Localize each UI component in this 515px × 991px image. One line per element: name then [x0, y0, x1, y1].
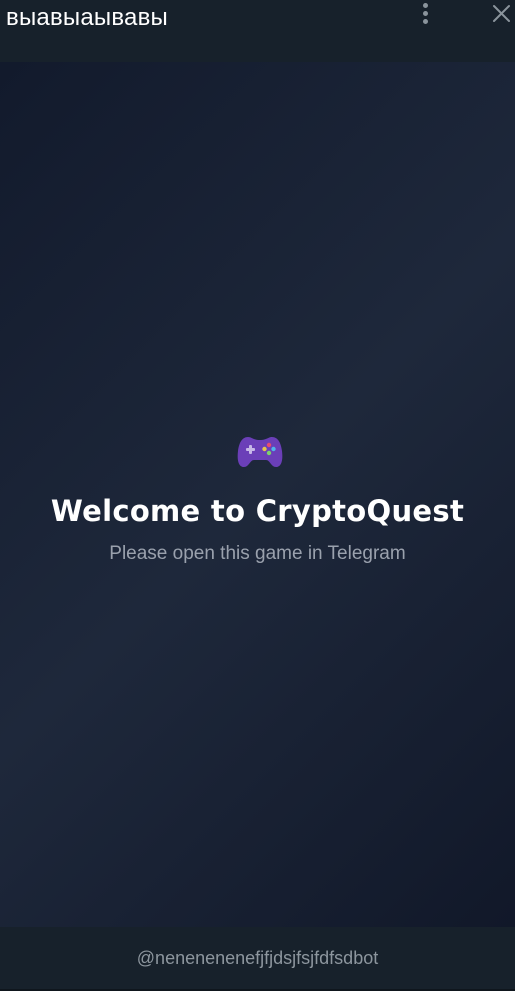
- bot-title: выавыаывавы: [6, 4, 168, 31]
- gamepad-icon: [237, 437, 283, 467]
- welcome-heading: Welcome to CryptoQuest: [50, 494, 465, 528]
- more-menu-button[interactable]: [418, 2, 432, 28]
- game-content: Welcome to CryptoQuest Please open this …: [0, 62, 515, 927]
- mini-app-window: выавыаывавы Welcome to CryptoQuest Pleas…: [0, 0, 515, 991]
- open-in-telegram-message: Please open this game in Telegram: [109, 543, 406, 564]
- bot-footer: @nenenenenefjfjdsjfsjfdfsdbot: [0, 927, 515, 991]
- bot-username[interactable]: @nenenenenefjfjdsjfsjfdfsdbot: [0, 946, 515, 970]
- close-button[interactable]: [490, 2, 512, 24]
- close-icon: [493, 5, 510, 22]
- title-bar: выавыаывавы: [0, 0, 515, 62]
- more-vertical-icon: [423, 3, 428, 8]
